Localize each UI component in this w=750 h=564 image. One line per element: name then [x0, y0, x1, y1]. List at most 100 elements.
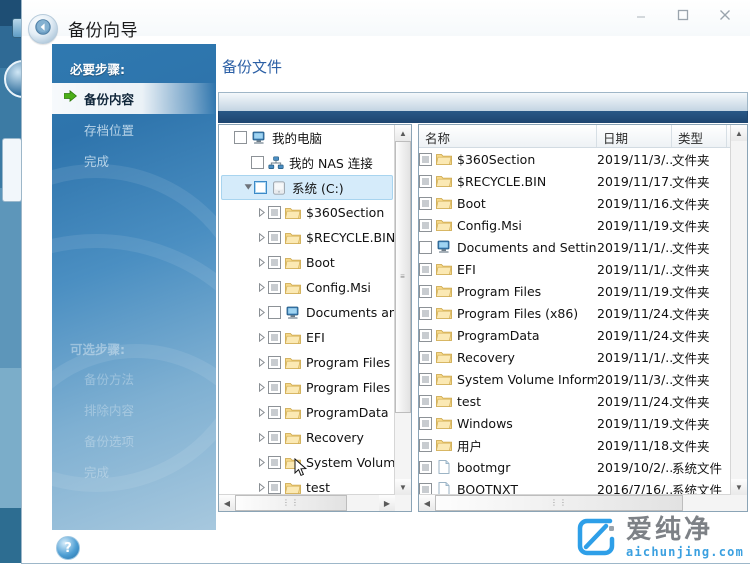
tree-row[interactable]: $RECYCLE.BIN: [219, 225, 395, 250]
sidebar-item-archive-location[interactable]: 存档位置: [52, 114, 216, 145]
file-list-row[interactable]: Documents and Settings 2019/11/1/... 文件夹: [419, 236, 731, 258]
row-checkbox[interactable]: [419, 240, 432, 254]
collapse-triangle-icon[interactable]: [241, 181, 254, 194]
file-list-row[interactable]: BOOTNXT 2016/7/16/... 系统文件: [419, 478, 731, 495]
sidebar-item-backup-method[interactable]: 备份方法: [52, 363, 216, 394]
row-checkbox[interactable]: [268, 231, 281, 244]
scroll-down-button[interactable]: ▼: [395, 479, 411, 495]
file-list-row[interactable]: EFI 2019/11/1/... 文件夹: [419, 258, 731, 280]
expand-triangle-icon[interactable]: [255, 431, 268, 444]
expand-triangle-icon[interactable]: [255, 256, 268, 269]
tree-row[interactable]: Recovery: [219, 425, 395, 450]
sidebar-item-backup-options[interactable]: 备份选项: [52, 425, 216, 456]
scroll-right-button[interactable]: ▶: [379, 495, 395, 511]
tree-row[interactable]: Config.Msi: [219, 275, 395, 300]
expand-triangle-icon[interactable]: [255, 281, 268, 294]
tree-vertical-scrollbar[interactable]: ▲ ≡ ▼: [394, 125, 411, 495]
row-checkbox[interactable]: [419, 196, 432, 210]
file-list-row[interactable]: $360Section 2019/11/3/... 文件夹: [419, 148, 731, 170]
expand-triangle-icon[interactable]: [255, 231, 268, 244]
file-list-row[interactable]: Config.Msi 2019/11/19...文件夹: [419, 214, 731, 236]
row-checkbox[interactable]: [419, 218, 432, 232]
file-list-row[interactable]: ProgramData 2019/11/24...文件夹: [419, 324, 731, 346]
sidebar-item-optional-finish[interactable]: 完成: [52, 456, 216, 487]
expand-triangle-icon[interactable]: [255, 456, 268, 469]
scroll-up-button[interactable]: ▲: [731, 125, 747, 141]
expand-triangle-icon[interactable]: [255, 331, 268, 344]
file-list-row[interactable]: Program Files 2019/11/19...文件夹: [419, 280, 731, 302]
row-checkbox[interactable]: [268, 381, 281, 394]
row-checkbox[interactable]: [268, 431, 281, 444]
row-checkbox[interactable]: [268, 256, 281, 269]
folder-tree[interactable]: 我的电脑 我的 NAS 连接 系统 (C:) $360Section $RECYCLE.…: [219, 125, 395, 495]
expand-triangle-icon[interactable]: [255, 306, 268, 319]
file-list-row[interactable]: Boot 2019/11/16...文件夹: [419, 192, 731, 214]
sidebar-item-finish[interactable]: 完成: [52, 145, 216, 176]
file-list-row[interactable]: Windows 2019/11/19...文件夹: [419, 412, 731, 434]
column-header-date[interactable]: 日期: [597, 125, 672, 147]
row-checkbox[interactable]: [419, 350, 432, 364]
tree-row[interactable]: $360Section: [219, 200, 395, 225]
expand-triangle-icon[interactable]: [255, 406, 268, 419]
row-checkbox[interactable]: [268, 206, 281, 219]
row-checkbox[interactable]: [419, 262, 432, 276]
scroll-down-button[interactable]: ▼: [731, 479, 747, 495]
row-checkbox[interactable]: [419, 394, 432, 408]
tree-horizontal-scrollbar[interactable]: ◀ ⋮⋮ ▶: [219, 494, 395, 511]
expand-triangle-icon[interactable]: [255, 381, 268, 394]
row-checkbox[interactable]: [419, 416, 432, 430]
file-list-row[interactable]: Program Files (x86) 2019/11/24...文件夹: [419, 302, 731, 324]
row-checkbox[interactable]: [268, 306, 281, 319]
list-hscroll-thumb[interactable]: ⋮⋮: [435, 495, 683, 511]
minimize-button[interactable]: [620, 1, 662, 29]
close-button[interactable]: [704, 1, 746, 29]
file-list-row[interactable]: 用户 2019/11/18...文件夹: [419, 434, 731, 456]
file-list-row[interactable]: System Volume Information2019/11/3/...文件…: [419, 368, 731, 390]
column-header-name[interactable]: 名称: [419, 125, 597, 147]
file-list-row[interactable]: $RECYCLE.BIN 2019/11/17...文件夹: [419, 170, 731, 192]
list-horizontal-scrollbar[interactable]: ◀ ⋮⋮: [419, 494, 731, 511]
tree-row[interactable]: Boot: [219, 250, 395, 275]
expand-triangle-icon[interactable]: [255, 356, 268, 369]
tree-scroll-thumb[interactable]: ≡: [395, 141, 411, 413]
row-checkbox[interactable]: [419, 438, 432, 452]
tree-row[interactable]: ProgramData: [219, 400, 395, 425]
row-checkbox[interactable]: [254, 181, 267, 194]
row-checkbox[interactable]: [268, 481, 281, 494]
tree-row[interactable]: EFI: [219, 325, 395, 350]
tree-row[interactable]: Documents and S: [219, 300, 395, 325]
maximize-button[interactable]: [662, 1, 704, 29]
tree-row[interactable]: 我的 NAS 连接: [219, 150, 395, 175]
expand-triangle-icon[interactable]: [255, 206, 268, 219]
tree-row[interactable]: Program Files (x86: [219, 375, 395, 400]
row-checkbox[interactable]: [268, 356, 281, 369]
row-checkbox[interactable]: [419, 174, 432, 188]
list-vertical-scrollbar[interactable]: ▲ ▼: [730, 125, 747, 495]
sidebar-item-exclude-content[interactable]: 排除内容: [52, 394, 216, 425]
row-checkbox[interactable]: [251, 156, 264, 169]
row-checkbox[interactable]: [234, 131, 247, 144]
expand-triangle-icon[interactable]: [255, 481, 268, 494]
tree-row[interactable]: Program Files: [219, 350, 395, 375]
file-list-row[interactable]: bootmgr 2019/10/2/... 系统文件: [419, 456, 731, 478]
row-checkbox[interactable]: [419, 328, 432, 342]
scroll-left-button[interactable]: ◀: [219, 495, 235, 511]
row-checkbox[interactable]: [268, 281, 281, 294]
file-list-row[interactable]: test 2019/11/24...文件夹: [419, 390, 731, 412]
row-checkbox[interactable]: [268, 331, 281, 344]
file-list-row[interactable]: Recovery 2019/11/1/... 文件夹: [419, 346, 731, 368]
tree-row[interactable]: 系统 (C:): [221, 175, 393, 200]
scroll-left-button[interactable]: ◀: [419, 495, 435, 511]
help-button[interactable]: ?: [56, 536, 80, 560]
row-checkbox[interactable]: [268, 406, 281, 419]
file-list[interactable]: 名称 日期 类型 $360Section 2019/11/3/... 文件夹 $REC…: [419, 125, 731, 495]
back-button[interactable]: [28, 14, 58, 44]
row-checkbox[interactable]: [419, 372, 432, 386]
row-checkbox[interactable]: [419, 460, 432, 474]
tree-row[interactable]: System Volume Infor: [219, 450, 395, 475]
sidebar-item-backup-content[interactable]: 备份内容: [52, 83, 216, 114]
scroll-up-button[interactable]: ▲: [395, 125, 411, 141]
tree-row[interactable]: test: [219, 475, 395, 495]
row-checkbox[interactable]: [419, 152, 432, 166]
column-header-type[interactable]: 类型: [672, 125, 727, 147]
